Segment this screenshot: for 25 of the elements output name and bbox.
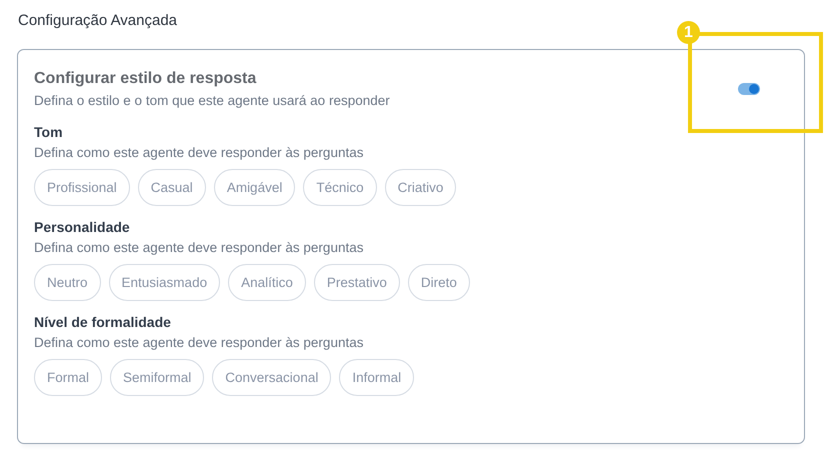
option-chip[interactable]: Semiformal: [110, 359, 204, 396]
group-description: Defina como este agente deve responder às perguntas: [34, 144, 364, 162]
option-chip[interactable]: Conversacional: [212, 359, 332, 396]
card-description: Defina o estilo e o tom que este agente usará ao responder: [34, 92, 390, 110]
section-title: Configuração Avançada: [18, 12, 178, 30]
option-chip[interactable]: Prestativo: [314, 264, 400, 301]
callout-badge: 1: [677, 21, 700, 44]
group-description: Defina como este agente deve responder às perguntas: [34, 334, 364, 352]
toggle-switch[interactable]: [738, 83, 760, 95]
option-chip[interactable]: Profissional: [34, 169, 130, 206]
group-label: Tom: [34, 123, 64, 141]
option-chip[interactable]: Amigável: [214, 169, 296, 206]
option-chip[interactable]: Informal: [339, 359, 414, 396]
option-chip[interactable]: Criativo: [384, 169, 456, 206]
option-chip[interactable]: Direto: [408, 264, 470, 301]
option-chip[interactable]: Técnico: [303, 169, 377, 206]
option-chip[interactable]: Neutro: [34, 264, 101, 301]
group-label: Nível de formalidade: [34, 313, 172, 331]
group-label: Personalidade: [34, 218, 131, 236]
option-chip[interactable]: Analítico: [228, 264, 306, 301]
group-description: Defina como este agente deve responder às perguntas: [34, 239, 364, 257]
option-chip[interactable]: Casual: [138, 169, 206, 206]
option-chip[interactable]: Entusiasmado: [108, 264, 220, 301]
option-chip[interactable]: Formal: [34, 359, 102, 396]
card-title: Configurar estilo de resposta: [34, 69, 258, 89]
